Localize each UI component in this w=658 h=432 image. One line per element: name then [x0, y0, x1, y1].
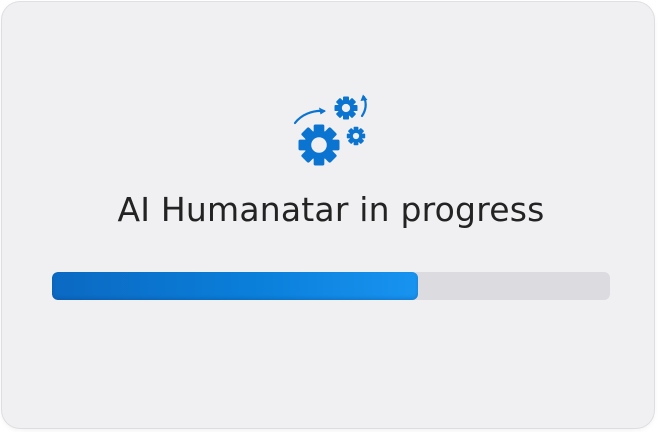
progress-bar-fill: [52, 272, 419, 300]
progress-bar: [52, 272, 610, 300]
progress-title: AI Humanatar in progress: [117, 190, 545, 229]
gears-icon: [293, 94, 368, 166]
progress-dialog: AI Humanatar in progress: [2, 2, 654, 428]
